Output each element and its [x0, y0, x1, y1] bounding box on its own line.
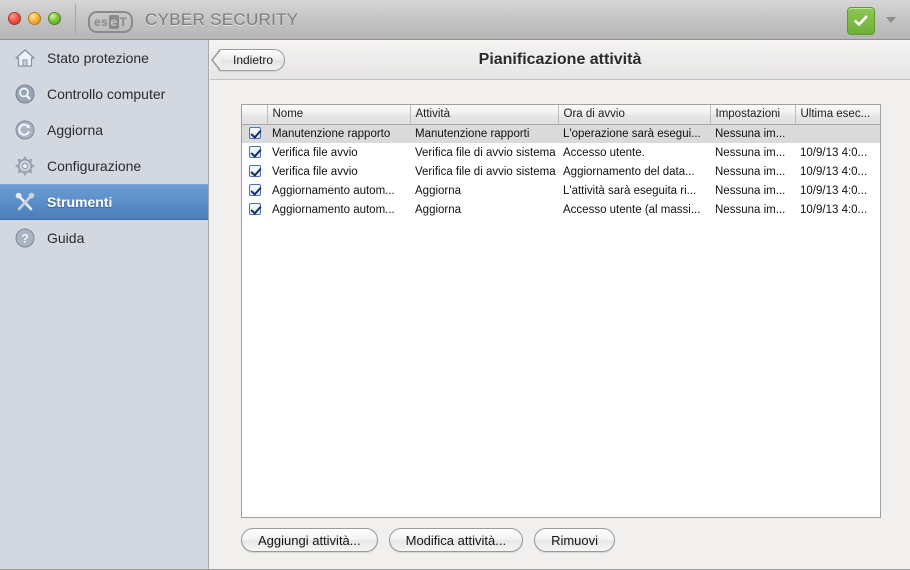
sidebar-item-guida[interactable]: ? Guida [0, 220, 208, 256]
cell-ora-di-avvio: Accesso utente (al massi... [558, 200, 710, 220]
sidebar-item-strumenti[interactable]: Strumenti [0, 184, 208, 220]
zoom-button[interactable] [48, 12, 61, 25]
back-button[interactable]: Indietro [210, 49, 286, 71]
cell-attivita: Verifica file di avvio sistema [410, 162, 558, 182]
column-header-impostazioni[interactable]: Impostazioni [710, 105, 796, 125]
table-row[interactable]: Aggiornamento autom... Aggiorna Accesso … [242, 200, 880, 220]
column-header-ora-di-avvio[interactable]: Ora di avvio [558, 105, 711, 125]
refresh-icon [14, 119, 36, 141]
tools-icon [14, 191, 36, 213]
cell-ultima-esecuzione: 10/9/13 4:0... [795, 162, 880, 182]
cell-ultima-esecuzione: 10/9/13 4:0... [795, 143, 880, 163]
window-traffic-lights [8, 12, 61, 25]
cell-nome: Aggiornamento autom... [267, 181, 410, 201]
row-checkbox[interactable] [248, 165, 261, 178]
eset-logo-t: T [119, 15, 128, 29]
column-header-nome[interactable]: Nome [267, 105, 411, 125]
cell-impostazioni: Nessuna im... [710, 143, 795, 163]
cell-attivita: Verifica file di avvio sistema [410, 143, 558, 163]
table-row[interactable]: Verifica file avvio Verifica file di avv… [242, 143, 880, 163]
row-checkbox-cell[interactable] [242, 181, 267, 201]
sidebar: Stato protezione Controllo computer Aggi… [0, 40, 209, 569]
main-content: Pianificazione attività Indietro Nome At… [210, 40, 910, 569]
page-title: Pianificazione attività [478, 50, 642, 68]
row-checkbox-cell[interactable] [242, 200, 267, 220]
row-checkbox-cell[interactable] [242, 143, 267, 163]
sidebar-item-label: Strumenti [47, 194, 113, 210]
add-task-button[interactable]: Aggiungi attività... [241, 528, 378, 552]
check-icon [854, 15, 868, 26]
window-titlebar: es e T CYBER SECURITY [0, 0, 910, 40]
eset-logo-es: es [94, 15, 109, 29]
table-row[interactable]: Verifica file avvio Verifica file di avv… [242, 162, 880, 182]
column-header-ultima-esecuzione[interactable]: Ultima esec... [795, 105, 880, 125]
cell-nome: Verifica file avvio [267, 143, 410, 163]
cell-impostazioni: Nessuna im... [710, 200, 795, 220]
svg-text:?: ? [21, 232, 28, 246]
row-checkbox[interactable] [248, 127, 261, 140]
row-checkbox[interactable] [248, 203, 261, 216]
cell-attivita: Aggiorna [410, 200, 558, 220]
cell-ora-di-avvio: L'operazione sarà esegui... [558, 124, 710, 144]
cell-ora-di-avvio: Aggiornamento del data... [558, 162, 710, 182]
sidebar-item-controllo-computer[interactable]: Controllo computer [0, 76, 208, 112]
table-row[interactable]: Aggiornamento autom... Aggiorna L'attivi… [242, 181, 880, 201]
protection-status-badge[interactable] [847, 7, 875, 35]
row-checkbox[interactable] [248, 146, 261, 159]
scheduler-table[interactable]: Nome Attività Ora di avvio Impostazioni … [241, 104, 881, 518]
minimize-button[interactable] [28, 12, 41, 25]
cell-ora-di-avvio: L'attività sarà eseguita ri... [558, 181, 710, 201]
back-button-label: Indietro [233, 53, 274, 67]
column-header-select[interactable] [242, 105, 268, 125]
gear-icon [14, 155, 36, 177]
cell-impostazioni: Nessuna im... [710, 124, 795, 144]
home-icon [14, 47, 36, 69]
cell-nome: Aggiornamento autom... [267, 200, 410, 220]
cell-attivita: Aggiorna [410, 181, 558, 201]
cell-ultima-esecuzione [795, 124, 880, 144]
sidebar-item-label: Guida [47, 230, 85, 246]
cell-nome: Verifica file avvio [267, 162, 410, 182]
sidebar-item-label: Configurazione [47, 158, 142, 174]
remove-task-button[interactable]: Rimuovi [534, 528, 616, 552]
edit-task-button[interactable]: Modifica attività... [388, 528, 524, 552]
cell-ultima-esecuzione: 10/9/13 4:0... [795, 200, 880, 220]
sidebar-item-aggiorna[interactable]: Aggiorna [0, 112, 208, 148]
table-header-row: Nome Attività Ora di avvio Impostazioni … [242, 105, 880, 125]
scheduler-actions: Aggiungi attività... Modifica attività..… [241, 528, 616, 552]
column-header-attivita[interactable]: Attività [410, 105, 559, 125]
close-button[interactable] [8, 12, 21, 25]
cell-nome: Manutenzione rapporto [267, 124, 410, 144]
cell-ora-di-avvio: Accesso utente. [558, 143, 710, 163]
titlebar-divider [75, 4, 76, 36]
sidebar-item-stato-protezione[interactable]: Stato protezione [0, 40, 208, 76]
cell-ultima-esecuzione: 10/9/13 4:0... [795, 181, 880, 201]
question-icon: ? [14, 227, 36, 249]
row-checkbox-cell[interactable] [242, 124, 267, 144]
sidebar-item-configurazione[interactable]: Configurazione [0, 148, 208, 184]
cell-impostazioni: Nessuna im... [710, 162, 795, 182]
cell-impostazioni: Nessuna im... [710, 181, 795, 201]
eset-cyber-security-window: es e T CYBER SECURITY Stato protezione C… [0, 0, 910, 570]
content-header: Pianificazione attività Indietro [210, 40, 910, 80]
eset-logo-e: e [109, 15, 119, 29]
row-checkbox[interactable] [248, 184, 261, 197]
eset-logo: es e T [88, 11, 134, 33]
status-chevron-down-icon[interactable] [886, 17, 896, 23]
sidebar-item-label: Aggiorna [47, 122, 104, 138]
table-row[interactable]: Manutenzione rapporto Manutenzione rappo… [242, 124, 880, 144]
app-title: CYBER SECURITY [145, 10, 299, 29]
sidebar-item-label: Stato protezione [47, 50, 149, 66]
magnifier-icon [14, 83, 36, 105]
cell-attivita: Manutenzione rapporti [410, 124, 558, 144]
row-checkbox-cell[interactable] [242, 162, 267, 182]
sidebar-item-label: Controllo computer [47, 86, 166, 102]
